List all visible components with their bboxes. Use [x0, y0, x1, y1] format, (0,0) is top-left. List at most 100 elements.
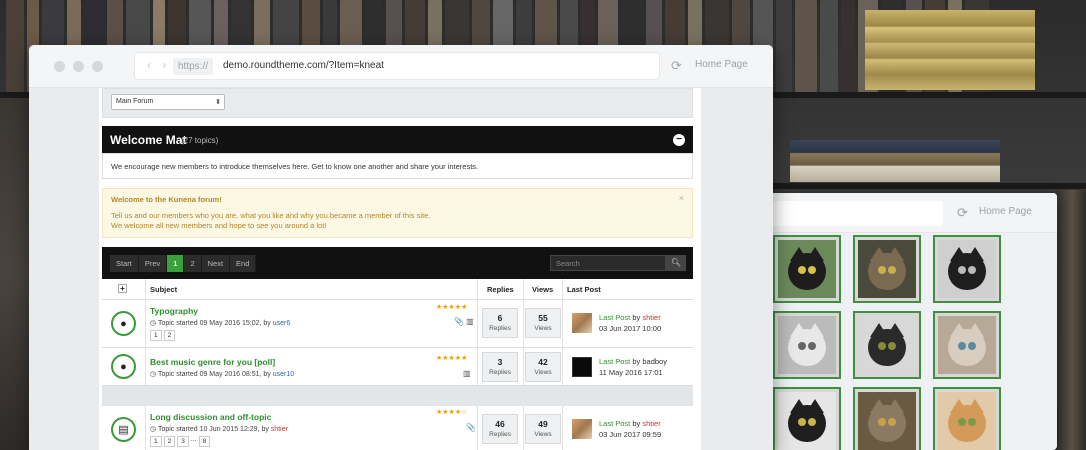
last-post-date: 03 Jun 2017 10:00 — [599, 324, 662, 333]
collapse-icon[interactable]: − — [673, 134, 685, 146]
chart-icon: ▥ — [463, 369, 471, 378]
header-replies[interactable]: Replies — [487, 285, 514, 294]
document-icon: ▤ — [111, 417, 136, 442]
last-post-user[interactable]: shtier — [642, 313, 660, 322]
table-header: + Subject Replies Views Last Post — [102, 279, 693, 300]
book-stack-lower — [790, 140, 1000, 182]
book-stack — [865, 10, 1035, 90]
back-home-link[interactable]: Home Page — [979, 206, 1032, 217]
topic-row[interactable]: ▤ Long discussion and off-topic ◷ Topic … — [102, 406, 693, 450]
topic-row[interactable]: ● Typography ◷ Topic started 09 May 2016… — [102, 300, 693, 348]
topic-meta: ◷ Topic started 10 Jun 2015 12:29, by sh… — [150, 426, 288, 433]
category-topic-count: (27 topics) — [181, 136, 219, 145]
replies-count: 46 Replies — [482, 414, 518, 444]
last-post-date: 11 May 2016 17:01 — [599, 368, 663, 377]
rating-stars-icon: ★★★★★ — [436, 304, 468, 311]
category-description: We encourage new members to introduce th… — [102, 153, 693, 179]
topic-title[interactable]: Typography — [150, 306, 198, 316]
cat-thumbnail[interactable] — [773, 387, 841, 450]
back-browser-chrome: ⟳ Home Page — [730, 193, 1057, 233]
topic-page-link[interactable]: 2 — [163, 330, 176, 341]
header-views[interactable]: Views — [532, 285, 553, 294]
rating-stars-icon: ★★★★★ — [436, 355, 468, 362]
back-browser-window: ⟳ Home Page — [730, 193, 1057, 450]
window-dot-close-icon[interactable] — [54, 61, 65, 72]
last-post-info: Last Post by shtier — [599, 419, 661, 428]
last-post-info: Last Post by badboy — [599, 357, 667, 366]
avatar[interactable] — [572, 357, 592, 377]
pager-next[interactable]: Next — [201, 255, 231, 272]
home-page-link[interactable]: Home Page — [695, 59, 748, 70]
section-divider — [102, 386, 693, 406]
avatar[interactable] — [572, 419, 592, 439]
last-post-link[interactable]: Last Post — [599, 313, 630, 322]
cat-thumbnail[interactable] — [773, 311, 841, 379]
last-post-date: 03 Jun 2017 09:59 — [599, 430, 662, 439]
url-bar[interactable]: ‹ › https:// demo.roundtheme.com/?Item=k… — [135, 53, 659, 79]
pagination: Start Prev 1 2 Next End — [110, 255, 257, 272]
last-post-info: Last Post by shtier — [599, 313, 661, 322]
replies-count: 3 Replies — [482, 352, 518, 382]
cat-thumbnail[interactable] — [933, 387, 1001, 450]
topic-page-link[interactable]: 1 — [150, 436, 162, 447]
topic-author[interactable]: user10 — [273, 371, 294, 378]
cat-thumbnail[interactable] — [853, 235, 921, 303]
topics-toolbar: Start Prev 1 2 Next End Search 🔍︎ — [102, 247, 693, 279]
pager-page-2[interactable]: 2 — [184, 255, 202, 272]
cat-thumbnail[interactable] — [933, 311, 1001, 379]
topic-page-link[interactable]: 8 — [198, 436, 211, 447]
topic-author[interactable]: user6 — [273, 320, 291, 327]
last-post-link[interactable]: Last Post — [599, 357, 630, 366]
pager-end[interactable]: End — [230, 255, 257, 272]
last-post-user[interactable]: shtier — [642, 419, 660, 428]
back-url-bar[interactable] — [770, 201, 943, 226]
search-icon[interactable]: 🔍︎ — [666, 255, 686, 271]
topic-pages: 1 2 — [150, 330, 176, 341]
attachment-icon: 📎 — [466, 423, 476, 432]
cat-thumbnail[interactable] — [933, 235, 1001, 303]
topic-author[interactable]: shtier — [271, 426, 288, 433]
topic-row[interactable]: ● Best music genre for you [poll] ◷ Topi… — [102, 348, 693, 386]
topic-page-ellipsis: ... — [190, 436, 197, 443]
forum-select-bar: Main Forum — [102, 88, 693, 118]
reload-icon[interactable]: ⟳ — [957, 205, 968, 221]
notice-line-1: Tell us and our members who you are, wha… — [111, 211, 431, 220]
topic-title[interactable]: Best music genre for you [poll] — [150, 357, 275, 367]
window-dot-minimize-icon[interactable] — [73, 61, 84, 72]
avatar[interactable] — [572, 313, 592, 333]
replies-count: 6 Replies — [482, 308, 518, 338]
header-last-post[interactable]: Last Post — [567, 285, 601, 294]
last-post-link[interactable]: Last Post — [599, 419, 630, 428]
topic-page-link[interactable]: 1 — [150, 330, 162, 341]
url-protocol: https:// — [173, 58, 214, 75]
cat-thumbnail[interactable] — [773, 235, 841, 303]
category-title[interactable]: Welcome Mat — [110, 133, 186, 147]
topic-page-link[interactable]: 2 — [163, 436, 176, 447]
welcome-notice: Welcome to the Kunena forum! Tell us and… — [102, 188, 693, 238]
pager-start[interactable]: Start — [110, 255, 139, 272]
pager-page-1[interactable]: 1 — [167, 255, 185, 272]
url-text[interactable]: demo.roundtheme.com/?Item=kneat — [223, 60, 384, 71]
topic-meta: ◷ Topic started 09 May 2016 08:51, by us… — [150, 371, 295, 378]
rating-stars-icon: ★★★★☆ — [436, 409, 468, 416]
header-subject[interactable]: Subject — [150, 285, 177, 294]
topic-meta: ◷ Topic started 09 May 2016 15:02, by us… — [150, 320, 291, 327]
expand-all-icon[interactable]: + — [118, 284, 127, 293]
nav-arrows-icon[interactable]: ‹ › — [147, 58, 170, 72]
cat-image-grid — [773, 235, 1001, 450]
topic-page-link[interactable]: 3 — [177, 436, 189, 447]
pin-icon: ● — [111, 311, 136, 336]
topic-title[interactable]: Long discussion and off-topic — [150, 412, 271, 422]
cat-thumbnail[interactable] — [853, 387, 921, 450]
category-header: Welcome Mat (27 topics) − — [102, 126, 693, 153]
reload-icon[interactable]: ⟳ — [671, 58, 682, 74]
close-icon[interactable]: × — [679, 193, 684, 203]
pager-prev[interactable]: Prev — [138, 255, 168, 272]
attachment-chart-icon: 📎 ▥ — [454, 317, 474, 326]
views-count: 55 Views — [525, 308, 561, 338]
cat-thumbnail[interactable] — [853, 311, 921, 379]
window-dot-maximize-icon[interactable] — [92, 61, 103, 72]
search-input[interactable]: Search — [550, 255, 666, 271]
notice-title: Welcome to the Kunena forum! — [111, 195, 222, 204]
forum-select[interactable]: Main Forum — [111, 94, 225, 110]
